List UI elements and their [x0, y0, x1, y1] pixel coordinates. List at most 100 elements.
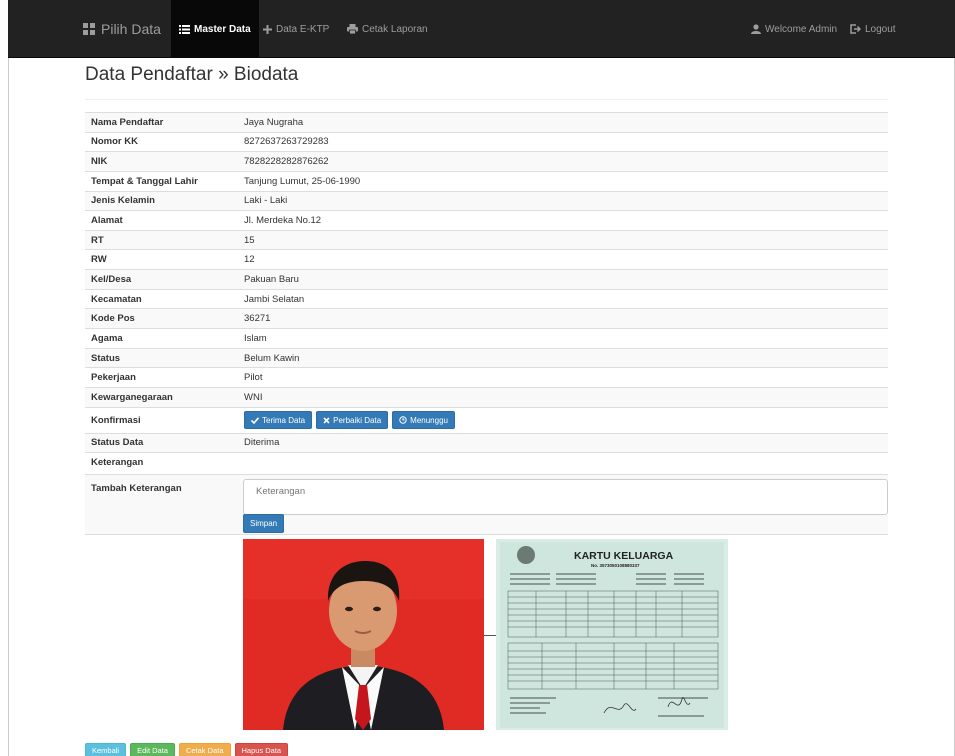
nav-brand-label: Pilih Data — [101, 21, 161, 37]
field-label: Alamat — [85, 210, 236, 231]
table-row: Alamat Jl. Merdeka No.12 — [85, 210, 888, 231]
keterangan-value — [236, 452, 888, 473]
nav-logout[interactable]: Logout — [850, 0, 896, 58]
field-value: Pilot — [236, 367, 888, 388]
print-icon — [347, 24, 358, 34]
field-value: Tanjung Lumut, 25-06-1990 — [236, 170, 888, 192]
page-title: Data Pendaftar » Biodata — [85, 64, 299, 85]
field-value: 12 — [236, 249, 888, 270]
photos-row: KARTU KELUARGA No. 3573050108880337 — [85, 534, 888, 734]
field-value: WNI — [236, 386, 888, 408]
table-row: Nomor KK 8272637263729283 — [85, 131, 888, 152]
kk-title: KARTU KELUARGA — [574, 550, 674, 562]
table-row: Kewarganegaraan WNI — [85, 386, 888, 408]
field-label: Tempat & Tanggal Lahir — [85, 170, 236, 192]
title-divider — [85, 99, 888, 100]
nav-logout-label: Logout — [865, 23, 896, 35]
field-label: RT — [85, 229, 236, 250]
pas-foto-image — [243, 539, 484, 730]
field-label: Status — [85, 347, 236, 368]
nav-master-data[interactable]: Master Data — [171, 0, 259, 58]
nav-data-ektp[interactable]: Data E-KTP — [263, 0, 329, 58]
grid-icon — [83, 23, 95, 35]
field-label: Jenis Kelamin — [85, 190, 236, 211]
status-data-row: Status Data Diterima — [85, 432, 888, 453]
field-label: Kecamatan — [85, 288, 236, 309]
nav-welcome-admin[interactable]: Welcome Admin — [751, 0, 837, 58]
logout-icon — [850, 24, 861, 34]
biodata-table: Nama Pendaftar Jaya Nugraha Nomor KK 82726… — [85, 112, 888, 473]
field-value: 8272637263729283 — [236, 131, 888, 152]
tambah-keterangan-row: Tambah Keterangan Simpan — [85, 474, 888, 534]
table-row: Jenis Kelamin Laki - Laki — [85, 190, 888, 211]
field-label: Nomor KK — [85, 131, 236, 152]
field-value: Jambi Selatan — [236, 288, 888, 309]
cetak-data-button[interactable]: Cetak Data — [178, 743, 231, 756]
table-row: Kel/Desa Pakuan Baru — [85, 269, 888, 290]
navbar: Pilih Data Master Data Data E-KTP Cetak … — [8, 0, 955, 58]
clock-icon — [399, 416, 407, 424]
table-row: RW 12 — [85, 249, 888, 270]
nav-master-label: Master Data — [194, 23, 251, 35]
field-value: 36271 — [236, 308, 888, 329]
field-label: Pekerjaan — [85, 367, 236, 388]
field-label: NIK — [85, 151, 236, 172]
hapus-data-button[interactable]: Hapus Data — [234, 743, 289, 756]
keterangan-label: Keterangan — [85, 452, 236, 473]
table-row: Status Belum Kawin — [85, 347, 888, 368]
user-icon — [751, 24, 761, 34]
table-row: Tempat & Tanggal Lahir Tanjung Lumut, 25-… — [85, 170, 888, 192]
status-data-value: Diterima — [236, 432, 888, 453]
field-label: Kewarganegaraan — [85, 386, 236, 408]
table-row: Kode Pos 36271 — [85, 308, 888, 329]
x-icon — [323, 417, 330, 424]
field-value: Belum Kawin — [236, 347, 888, 368]
menunggu-label: Menunggu — [410, 415, 448, 425]
konfirmasi-row: Konfirmasi Terima Data Perbaiki Data Men… — [85, 406, 888, 434]
status-data-label: Status Data — [85, 432, 236, 453]
kk-number: No. 3573050108880337 — [591, 563, 640, 568]
tambah-keterangan-label: Tambah Keterangan — [91, 483, 182, 494]
check-icon — [251, 416, 259, 424]
nav-cetak-label: Cetak Laporan — [362, 23, 428, 35]
footer-actions: Kembali Edit Data Cetak Data Hapus Data — [85, 743, 289, 756]
field-label: Nama Pendaftar — [85, 112, 236, 133]
nav-cetak-laporan[interactable]: Cetak Laporan — [347, 0, 428, 58]
table-row: NIK 7828228282876262 — [85, 151, 888, 172]
connector-line — [484, 635, 496, 636]
nav-welcome-label: Welcome Admin — [765, 23, 838, 35]
field-label: Kode Pos — [85, 308, 236, 329]
terima-data-button[interactable]: Terima Data — [244, 411, 313, 430]
table-row: Pekerjaan Pilot — [85, 367, 888, 388]
table-row: Agama Islam — [85, 328, 888, 349]
konfirmasi-buttons: Terima Data Perbaiki Data Menunggu — [244, 411, 882, 430]
kembali-button[interactable]: Kembali — [85, 743, 127, 756]
field-label: Agama — [85, 328, 236, 349]
table-row: Kecamatan Jambi Selatan — [85, 288, 888, 309]
perbaiki-data-label: Perbaiki Data — [333, 415, 382, 425]
plus-icon — [263, 24, 272, 34]
field-value: Islam — [236, 328, 888, 349]
table-row: RT 15 — [85, 229, 888, 250]
field-label: Kel/Desa — [85, 269, 236, 290]
perbaiki-data-button[interactable]: Perbaiki Data — [316, 411, 389, 430]
keterangan-row: Keterangan — [85, 452, 888, 473]
field-value: 15 — [236, 229, 888, 250]
keterangan-textarea[interactable] — [243, 479, 888, 515]
field-value: 7828228282876262 — [236, 151, 888, 172]
kartu-keluarga-image: KARTU KELUARGA No. 3573050108880337 — [496, 539, 728, 730]
list-icon — [179, 24, 190, 34]
field-value: Pakuan Baru — [236, 269, 888, 290]
nav-brand[interactable]: Pilih Data — [83, 0, 161, 58]
terima-data-label: Terima Data — [262, 415, 306, 425]
menunggu-button[interactable]: Menunggu — [392, 411, 455, 430]
simpan-button[interactable]: Simpan — [243, 514, 285, 533]
nav-ektp-label: Data E-KTP — [276, 23, 330, 35]
field-label: RW — [85, 249, 236, 270]
edit-data-button[interactable]: Edit Data — [130, 743, 175, 756]
field-value: Jl. Merdeka No.12 — [236, 210, 888, 231]
field-value: Laki - Laki — [236, 190, 888, 211]
field-value: Jaya Nugraha — [236, 112, 888, 133]
table-row: Nama Pendaftar Jaya Nugraha — [85, 112, 888, 133]
konfirmasi-label: Konfirmasi — [85, 406, 236, 434]
